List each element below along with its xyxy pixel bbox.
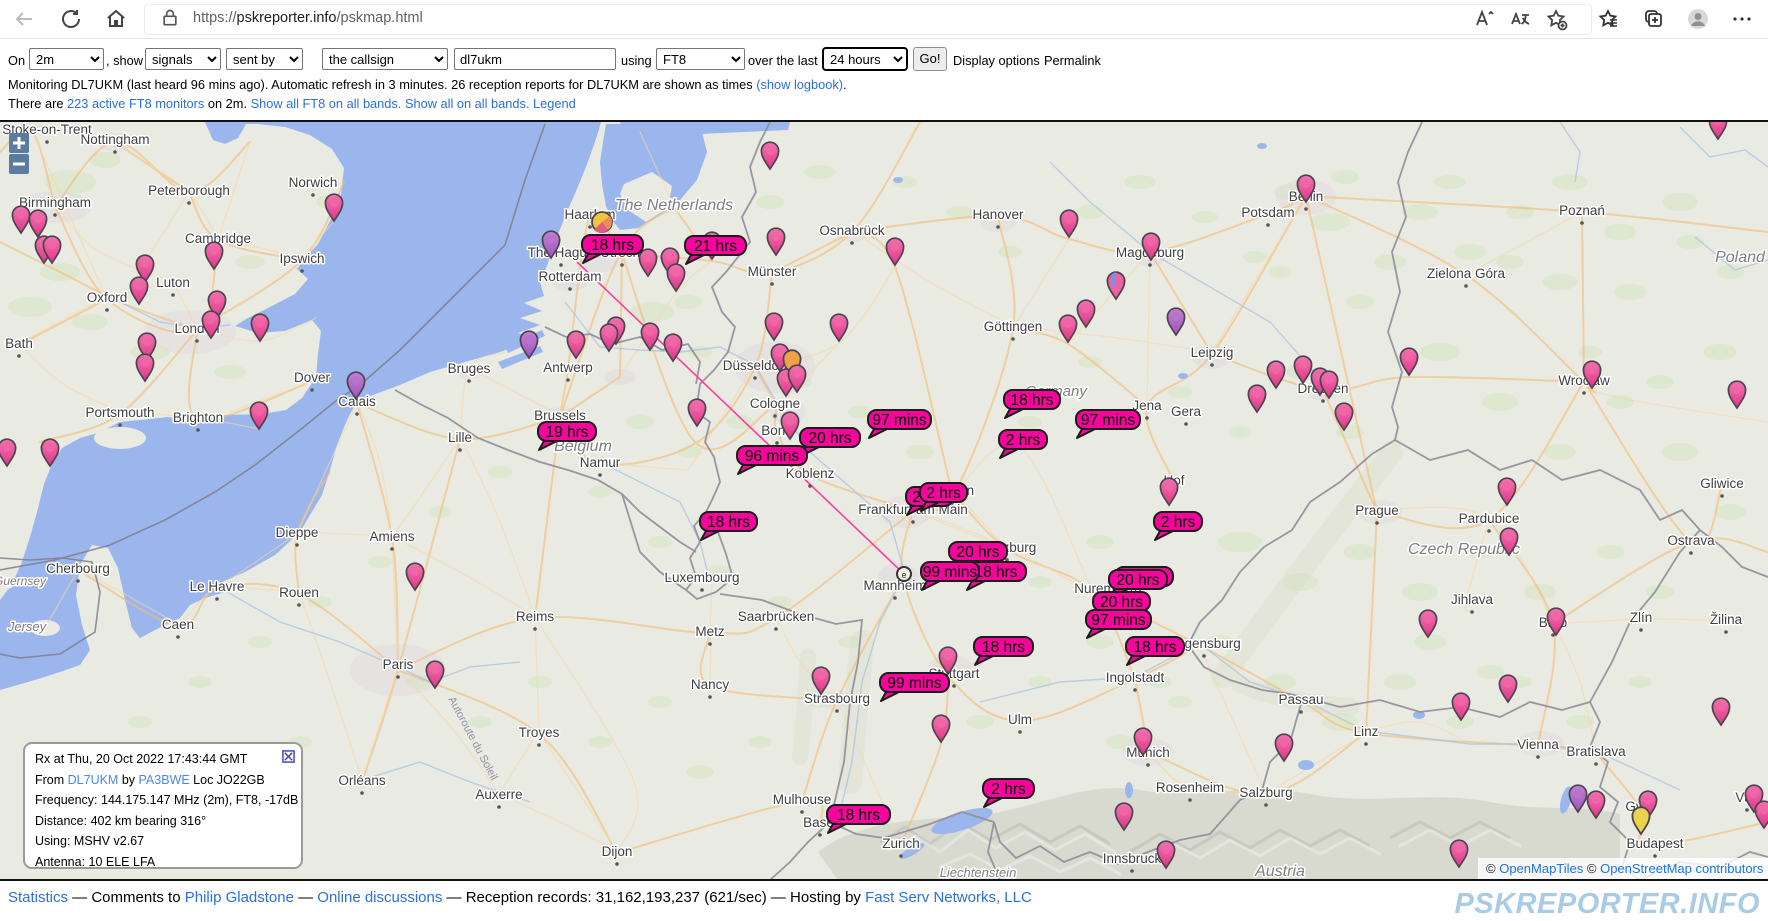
svg-text:Austria: Austria bbox=[1254, 863, 1305, 880]
svg-text:Ipswich: Ipswich bbox=[279, 251, 324, 266]
svg-text:Luxembourg: Luxembourg bbox=[664, 570, 739, 585]
svg-text:Gliwice: Gliwice bbox=[1700, 476, 1744, 491]
svg-text:Hanover: Hanover bbox=[972, 207, 1024, 222]
svg-text:Orléans: Orléans bbox=[338, 773, 386, 788]
svg-text:Nottingham: Nottingham bbox=[80, 132, 149, 147]
svg-text:Troyes: Troyes bbox=[519, 725, 560, 740]
svg-text:Guernsey: Guernsey bbox=[0, 574, 47, 588]
svg-text:Dover: Dover bbox=[294, 370, 331, 385]
svg-text:Le Havre: Le Havre bbox=[190, 579, 245, 594]
svg-text:Liechtenstein: Liechtenstein bbox=[940, 865, 1017, 880]
svg-text:18 hrs: 18 hrs bbox=[1010, 392, 1053, 409]
svg-text:Poland: Poland bbox=[1715, 249, 1766, 266]
svg-text:Metz: Metz bbox=[695, 624, 725, 639]
svg-text:Bratislava: Bratislava bbox=[1566, 744, 1626, 759]
svg-text:Saarbrücken: Saarbrücken bbox=[738, 609, 815, 624]
svg-text:Zielona Góra: Zielona Góra bbox=[1427, 266, 1506, 281]
svg-text:Pardubice: Pardubice bbox=[1459, 511, 1520, 526]
svg-text:Vienna: Vienna bbox=[1517, 737, 1559, 752]
svg-text:Ingolstadt: Ingolstadt bbox=[1106, 670, 1165, 685]
svg-text:Amiens: Amiens bbox=[369, 529, 414, 544]
svg-text:97 mins: 97 mins bbox=[872, 412, 927, 429]
svg-text:Norwich: Norwich bbox=[289, 175, 338, 190]
svg-text:Brussels: Brussels bbox=[534, 408, 586, 423]
svg-text:99 mins: 99 mins bbox=[887, 675, 942, 692]
svg-text:Caen: Caen bbox=[162, 617, 194, 632]
svg-text:Salzburg: Salzburg bbox=[1239, 785, 1292, 800]
svg-text:Namur: Namur bbox=[580, 455, 621, 470]
svg-text:Jihlava: Jihlava bbox=[1451, 592, 1494, 607]
svg-text:Bruges: Bruges bbox=[448, 361, 491, 376]
svg-text:Dijon: Dijon bbox=[602, 844, 633, 859]
svg-text:e: e bbox=[901, 570, 906, 580]
svg-text:Žilina: Žilina bbox=[1710, 612, 1743, 627]
svg-text:Antwerp: Antwerp bbox=[543, 360, 593, 375]
svg-text:18 hrs: 18 hrs bbox=[837, 807, 880, 824]
svg-text:99 mins: 99 mins bbox=[923, 564, 978, 581]
svg-text:Ulm: Ulm bbox=[1008, 712, 1032, 727]
svg-text:Zlín: Zlín bbox=[1630, 610, 1653, 625]
svg-text:18 hrs: 18 hrs bbox=[1133, 639, 1176, 656]
svg-text:19 hrs: 19 hrs bbox=[545, 424, 588, 441]
svg-text:Paris: Paris bbox=[383, 657, 414, 672]
svg-text:2 hrs: 2 hrs bbox=[926, 485, 961, 502]
svg-text:20 hrs: 20 hrs bbox=[956, 544, 999, 561]
svg-text:© OpenMapTiles © OpenStreetMap: © OpenMapTiles © OpenStreetMap contribut… bbox=[1486, 861, 1764, 876]
svg-text:Portsmouth: Portsmouth bbox=[85, 405, 154, 420]
svg-text:Prague: Prague bbox=[1355, 503, 1399, 518]
svg-text:97 mins: 97 mins bbox=[1091, 612, 1146, 629]
svg-text:2 hrs: 2 hrs bbox=[1161, 514, 1196, 531]
svg-text:Rotterdam: Rotterdam bbox=[538, 269, 601, 284]
svg-text:Lille: Lille bbox=[448, 430, 472, 445]
svg-text:21 hrs: 21 hrs bbox=[694, 238, 737, 255]
svg-text:Strasbourg: Strasbourg bbox=[804, 691, 870, 706]
svg-text:Münster: Münster bbox=[748, 264, 797, 279]
svg-text:2 hrs: 2 hrs bbox=[1006, 432, 1041, 449]
svg-text:Gera: Gera bbox=[1171, 404, 1202, 419]
svg-text:The Netherlands: The Netherlands bbox=[615, 197, 733, 214]
svg-text:Innsbruck: Innsbruck bbox=[1103, 851, 1162, 866]
svg-text:Brighton: Brighton bbox=[173, 410, 223, 425]
svg-text:Passau: Passau bbox=[1278, 692, 1323, 707]
svg-text:Rouen: Rouen bbox=[279, 585, 319, 600]
svg-text:Cologne: Cologne bbox=[750, 396, 800, 411]
svg-text:Mannheim: Mannheim bbox=[863, 578, 926, 593]
svg-text:Auxerre: Auxerre bbox=[475, 787, 522, 802]
svg-text:Poznań: Poznań bbox=[1559, 203, 1605, 218]
svg-text:Linz: Linz bbox=[1354, 724, 1379, 739]
svg-text:Budapest: Budapest bbox=[1626, 836, 1683, 851]
svg-text:18 hrs: 18 hrs bbox=[707, 514, 750, 531]
svg-text:Rosenheim: Rosenheim bbox=[1156, 780, 1224, 795]
svg-text:97 mins: 97 mins bbox=[1081, 412, 1136, 429]
svg-text:18 hrs: 18 hrs bbox=[974, 564, 1017, 581]
svg-text:18 hrs: 18 hrs bbox=[982, 639, 1025, 656]
svg-text:2 hrs: 2 hrs bbox=[991, 781, 1026, 798]
svg-text:Mulhouse: Mulhouse bbox=[773, 792, 832, 807]
svg-text:Luton: Luton bbox=[156, 275, 190, 290]
svg-text:Reims: Reims bbox=[516, 609, 555, 624]
svg-text:18 hrs: 18 hrs bbox=[591, 237, 634, 254]
svg-text:96 mins: 96 mins bbox=[745, 448, 800, 465]
svg-text:Göttingen: Göttingen bbox=[984, 319, 1043, 334]
svg-text:Potsdam: Potsdam bbox=[1241, 205, 1294, 220]
svg-text:Zurich: Zurich bbox=[882, 836, 920, 851]
svg-text:20 hrs: 20 hrs bbox=[1100, 594, 1143, 611]
svg-text:20 hrs: 20 hrs bbox=[1116, 572, 1159, 589]
svg-text:Koblenz: Koblenz bbox=[786, 466, 835, 481]
svg-text:20 hrs: 20 hrs bbox=[808, 430, 851, 447]
svg-text:Bath: Bath bbox=[5, 336, 33, 351]
svg-text:Oxford: Oxford bbox=[87, 290, 128, 305]
svg-text:Leipzig: Leipzig bbox=[1191, 345, 1234, 360]
svg-text:Cherbourg: Cherbourg bbox=[46, 561, 110, 576]
svg-text:Ostrava: Ostrava bbox=[1667, 533, 1715, 548]
svg-text:Dieppe: Dieppe bbox=[276, 525, 319, 540]
svg-text:Nancy: Nancy bbox=[691, 677, 730, 692]
svg-text:Birmingham: Birmingham bbox=[19, 195, 91, 210]
svg-text:Jersey: Jersey bbox=[7, 619, 48, 634]
svg-text:Peterborough: Peterborough bbox=[148, 183, 230, 198]
svg-text:Osnabrück: Osnabrück bbox=[819, 223, 885, 238]
